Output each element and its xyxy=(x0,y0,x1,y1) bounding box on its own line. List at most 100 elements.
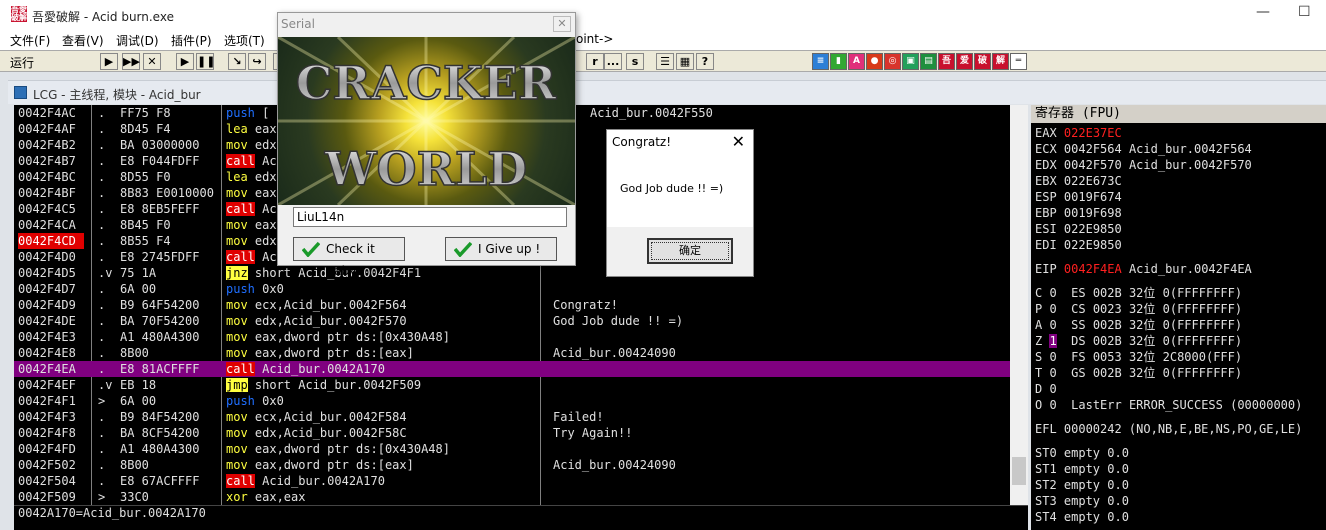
fpu-register[interactable]: ST2 empty 0.0 xyxy=(1035,477,1129,493)
list-icon[interactable]: ≡ xyxy=(812,53,829,70)
fpu-register[interactable]: ST0 empty 0.0 xyxy=(1035,445,1129,461)
flag-value[interactable]: 0 xyxy=(1049,318,1056,332)
run-button[interactable]: ▶ xyxy=(100,53,118,70)
flag-value[interactable]: 0 xyxy=(1049,398,1056,412)
disasm-row[interactable]: 0042F4D5 .v 75 1A jnz short Acid_bur.0042F4… xyxy=(14,265,1014,281)
register-edi[interactable]: EDI 022E9850 xyxy=(1035,237,1129,253)
serial-close-button[interactable]: ✕ xyxy=(553,16,571,32)
grid-icon[interactable]: ▣ xyxy=(902,53,919,70)
close-button[interactable]: ✕ xyxy=(143,53,161,70)
disasm-row[interactable]: 0042F4EF .v EB 18 jmp short Acid_bur.0042F5… xyxy=(14,377,1014,393)
menu-plugins[interactable]: 插件(P) xyxy=(171,32,212,49)
letter-a-icon[interactable]: A xyxy=(848,53,865,70)
flag-row[interactable]: D 0 xyxy=(1035,381,1071,397)
list-button[interactable]: ☰ xyxy=(656,53,674,70)
window-button[interactable]: ▦ xyxy=(676,53,694,70)
step-over-button[interactable]: ↪ xyxy=(248,53,266,70)
disasm-row[interactable]: 0042F4F1 >6A 00 push 0x0 xyxy=(14,393,1014,409)
disasm-row[interactable]: 0042F4F3. B9 84F54200 mov ecx,Acid_bur.004… xyxy=(14,409,1014,425)
menu-options[interactable]: 选项(T) xyxy=(224,32,265,49)
scrollbar-thumb[interactable] xyxy=(1012,457,1026,485)
row-instruction: mov eax,dword ptr ds:[0x430A48] xyxy=(226,329,450,345)
disasm-row[interactable]: 0042F504. E8 67ACFFFF call Acid_bur.0042A1… xyxy=(14,473,1014,489)
row-jump-marker: . xyxy=(98,122,106,136)
flag-row[interactable]: T 0 GS 002B 32位 0(FFFFFFFF) xyxy=(1035,365,1242,381)
menu-view[interactable]: 查看(V) xyxy=(62,32,104,49)
disasm-row[interactable]: 0042F4F8. BA 8CF54200 mov edx,Acid_bur.004… xyxy=(14,425,1014,441)
register-ebp[interactable]: EBP 0019F698 xyxy=(1035,205,1129,221)
flag-row[interactable]: C 0 ES 002B 32位 0(FFFFFFFF) xyxy=(1035,285,1242,301)
disasm-row[interactable]: 0042F4E8. 8B00 mov eax,dword ptr ds:[eax] A… xyxy=(14,345,1014,361)
ellipsis-button[interactable]: ... xyxy=(604,53,622,70)
flag-value[interactable]: 0 xyxy=(1049,382,1056,396)
register-value: 022E673C xyxy=(1063,174,1122,188)
record-icon[interactable]: ● xyxy=(866,53,883,70)
flag-row[interactable]: P 0 CS 0023 32位 0(FFFFFFFF) xyxy=(1035,301,1242,317)
register-eax[interactable]: EAX 022E37EC xyxy=(1035,125,1129,141)
flag-value[interactable]: 0 xyxy=(1049,350,1056,364)
flag-value[interactable]: 0 xyxy=(1049,366,1056,380)
disassembly-scrollbar[interactable] xyxy=(1010,105,1028,505)
menu-breakpoint[interactable]: oint-> xyxy=(576,32,613,46)
flag-name: A xyxy=(1035,318,1043,332)
menu-debug[interactable]: 调试(D) xyxy=(116,32,159,49)
flag-row[interactable]: Z 1 DS 002B 32位 0(FFFFFFFF) xyxy=(1035,333,1242,349)
check-it-button[interactable]: Check it Baby ! xyxy=(293,237,405,278)
register-esi[interactable]: ESI 022E9850 xyxy=(1035,221,1129,237)
pause-icon[interactable]: ▮ xyxy=(830,53,847,70)
flag-value[interactable]: 0 xyxy=(1049,302,1056,316)
jie-icon[interactable]: 解 xyxy=(992,53,1009,70)
row-address: 0042F4D5 xyxy=(18,266,76,280)
checkmark-icon xyxy=(454,241,472,257)
flag-row[interactable]: S 0 FS 0053 32位 2C8000(FFF) xyxy=(1035,349,1242,365)
registers-pane[interactable]: 寄存器 (FPU) EAX 022E37EC ECX 0042F564 Acid… xyxy=(1031,105,1326,530)
animate-button[interactable]: ▶▶ xyxy=(122,53,140,70)
disasm-row[interactable]: 0042F4E3. A1 480A4300 mov eax,dword ptr ds… xyxy=(14,329,1014,345)
disasm-row[interactable]: 0042F502. 8B00 mov eax,dword ptr ds:[eax] A… xyxy=(14,457,1014,473)
flag-value[interactable]: 1 xyxy=(1049,334,1057,348)
row-address: 0042F4F1 xyxy=(18,394,76,408)
register-esp[interactable]: ESP 0019F674 xyxy=(1035,189,1129,205)
serial-name-input[interactable]: LiuL14n xyxy=(293,207,567,227)
fpu-register[interactable]: ST1 empty 0.0 xyxy=(1035,461,1129,477)
maximize-button[interactable]: ☐ xyxy=(1298,4,1311,20)
menu-file[interactable]: 文件(F) xyxy=(10,32,50,49)
s-button[interactable]: s xyxy=(626,53,644,70)
po-icon[interactable]: 破 xyxy=(974,53,991,70)
target-icon[interactable]: ◎ xyxy=(884,53,901,70)
give-up-button[interactable]: I Give up ! xyxy=(445,237,557,261)
step-into-button[interactable]: ↘ xyxy=(228,53,246,70)
register-ecx[interactable]: ECX 0042F564 Acid_bur.0042F564 xyxy=(1035,141,1252,157)
eflags-row[interactable]: EFL 00000242 (NO,NB,E,BE,NS,PO,GE,LE) xyxy=(1035,421,1302,437)
disasm-row[interactable]: 0042F4FD. A1 480A4300 mov eax,dword ptr ds… xyxy=(14,441,1014,457)
register-edx[interactable]: EDX 0042F570 Acid_bur.0042F570 xyxy=(1035,157,1252,173)
flag-row[interactable]: A 0 SS 002B 32位 0(FFFFFFFF) xyxy=(1035,317,1242,333)
register-eip[interactable]: EIP 0042F4EA Acid_bur.0042F4EA xyxy=(1035,261,1252,277)
wu-icon[interactable]: 吾 xyxy=(938,53,955,70)
register-value: 0042F4EA xyxy=(1063,262,1122,276)
register-name: EAX xyxy=(1035,126,1057,140)
app-logo-icon: 吾愛破解 xyxy=(11,6,27,22)
disasm-row[interactable]: 0042F4DE. BA 70F54200 mov edx,Acid_bur.004… xyxy=(14,313,1014,329)
congrats-close-button[interactable]: ✕ xyxy=(732,132,745,151)
disasm-row[interactable]: 0042F4D7. 6A 00 push 0x0 xyxy=(14,281,1014,297)
help-button[interactable]: ? xyxy=(696,53,714,70)
flag-value[interactable]: 0 xyxy=(1049,286,1056,300)
minimize-button[interactable]: — xyxy=(1256,4,1270,20)
disasm-row[interactable]: 0042F4EA. E8 81ACFFFF call Acid_bur.0042A1… xyxy=(14,361,1014,377)
register-ebx[interactable]: EBX 022E673C xyxy=(1035,173,1129,189)
disasm-row[interactable]: 0042F509 >33C0 xor eax,eax xyxy=(14,489,1014,505)
pause-button[interactable]: ❚❚ xyxy=(196,53,215,70)
row-hex-bytes: A1 480A4300 xyxy=(120,330,200,344)
fpu-register[interactable]: ST3 empty 0.0 xyxy=(1035,493,1129,509)
panel-icon[interactable]: ▤ xyxy=(920,53,937,70)
ok-button[interactable]: 确定 xyxy=(647,238,733,264)
row-operands: Ac xyxy=(254,154,277,168)
play-button[interactable]: ▶ xyxy=(176,53,194,70)
blank-icon[interactable]: ═ xyxy=(1010,53,1027,70)
ai-icon[interactable]: 爱 xyxy=(956,53,973,70)
disasm-row[interactable]: 0042F4D9. B9 64F54200 mov ecx,Acid_bur.004… xyxy=(14,297,1014,313)
fpu-register[interactable]: ST4 empty 0.0 xyxy=(1035,509,1129,525)
flag-row[interactable]: O 0 LastErr ERROR_SUCCESS (00000000) xyxy=(1035,397,1302,413)
r-button[interactable]: r xyxy=(586,53,604,70)
